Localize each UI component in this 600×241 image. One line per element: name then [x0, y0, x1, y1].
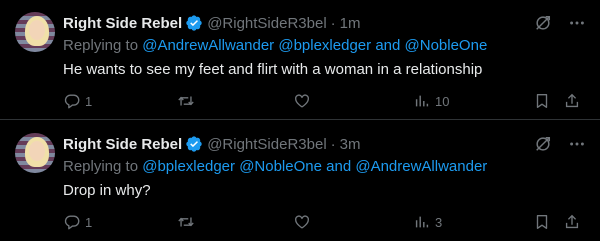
reply-button[interactable]: 1 [63, 92, 92, 110]
more-icon[interactable] [568, 14, 586, 32]
reply-icon [63, 92, 81, 110]
mention-link[interactable]: @NobleOne [239, 158, 322, 175]
and-word[interactable]: and [326, 158, 351, 175]
tweet-header: Right Side Rebel @RightSideR3bel · 3m [63, 134, 361, 154]
like-button[interactable] [293, 213, 315, 231]
mention-link[interactable]: @bplexledger [278, 37, 371, 54]
like-icon [293, 213, 311, 231]
views-icon [413, 92, 431, 110]
views-icon [413, 213, 431, 231]
mention-link[interactable]: @AndrewAllwander [142, 37, 274, 54]
tweet-text: He wants to see my feet and flirt with a… [63, 61, 483, 78]
views-button[interactable]: 10 [413, 92, 449, 110]
author-name[interactable]: Right Side Rebel [63, 136, 182, 153]
retweet-icon [177, 213, 195, 231]
tweet-actions: 1 10 [63, 92, 586, 112]
verified-icon[interactable] [185, 14, 203, 32]
views-count: 10 [435, 93, 450, 109]
views-button[interactable]: 3 [413, 213, 442, 231]
timestamp[interactable]: 3m [340, 136, 361, 153]
and-word[interactable]: and [375, 37, 400, 54]
reply-count: 1 [85, 214, 93, 230]
author-name[interactable]: Right Side Rebel [63, 15, 182, 32]
separator-dot: · [330, 135, 336, 153]
share-icon [563, 92, 581, 110]
author-handle[interactable]: @RightSideR3bel [207, 136, 326, 153]
replying-to: Replying to @bplexledger @NobleOne and @… [63, 158, 487, 175]
share-button[interactable] [563, 213, 581, 231]
tweet-actions: 1 3 [63, 213, 586, 233]
bookmark-icon [533, 92, 551, 110]
views-count: 3 [435, 214, 443, 230]
more-icon[interactable] [568, 135, 586, 153]
reply-button[interactable]: 1 [63, 213, 92, 231]
replying-to: Replying to @AndrewAllwander @bplexledge… [63, 37, 487, 54]
avatar[interactable] [15, 133, 55, 173]
like-icon [293, 92, 311, 110]
timestamp[interactable]: 1m [340, 15, 361, 32]
mention-link[interactable]: @NobleOne [405, 37, 488, 54]
bookmark-button[interactable] [533, 213, 551, 231]
grok-icon[interactable] [534, 14, 552, 32]
share-button[interactable] [563, 92, 581, 110]
grok-icon[interactable] [534, 135, 552, 153]
separator-dot: · [330, 14, 336, 32]
tweet-text: Drop in why? [63, 182, 151, 199]
replying-prefix: Replying to [63, 37, 139, 54]
mention-link[interactable]: @bplexledger [142, 158, 235, 175]
retweet-icon [177, 92, 195, 110]
bookmark-button[interactable] [533, 92, 551, 110]
verified-icon[interactable] [185, 135, 203, 153]
tweet-header: Right Side Rebel @RightSideR3bel · 1m [63, 13, 361, 33]
reply-icon [63, 213, 81, 231]
like-button[interactable] [293, 92, 315, 110]
retweet-button[interactable] [177, 92, 199, 110]
reply-count: 1 [85, 93, 93, 109]
share-icon [563, 213, 581, 231]
replying-prefix: Replying to [63, 158, 139, 175]
avatar[interactable] [15, 12, 55, 52]
author-handle[interactable]: @RightSideR3bel [207, 15, 326, 32]
tweet[interactable]: Right Side Rebel @RightSideR3bel · 3m Re… [0, 121, 600, 241]
bookmark-icon [533, 213, 551, 231]
tweet[interactable]: Right Side Rebel @RightSideR3bel · 1m Re… [0, 0, 600, 120]
retweet-button[interactable] [177, 213, 199, 231]
mention-link[interactable]: @AndrewAllwander [355, 158, 487, 175]
